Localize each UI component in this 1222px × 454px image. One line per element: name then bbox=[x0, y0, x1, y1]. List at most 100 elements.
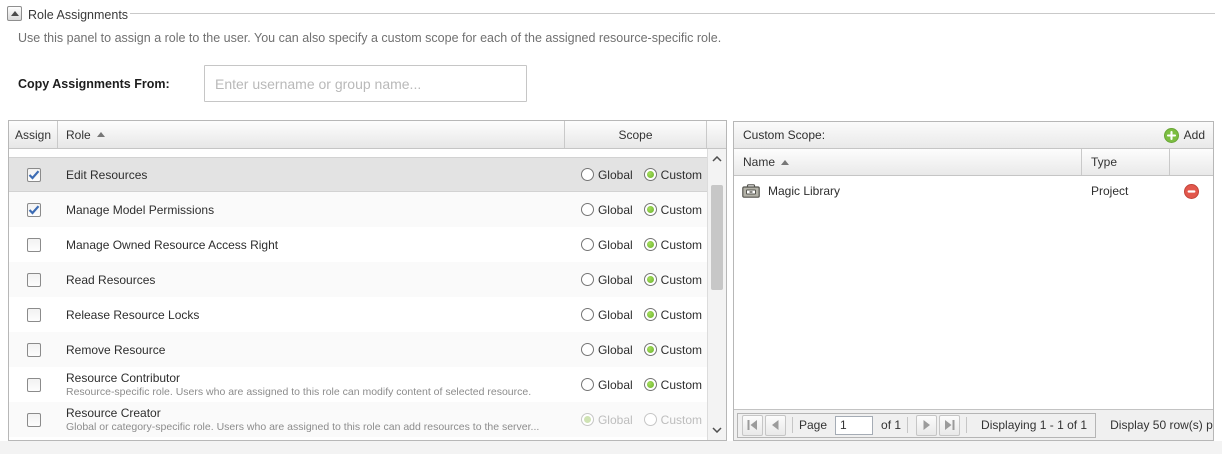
scope-custom-radio[interactable] bbox=[644, 238, 657, 251]
scope-global-radio[interactable] bbox=[581, 343, 594, 356]
collapse-panel-button[interactable] bbox=[7, 6, 22, 21]
page-label: Page bbox=[799, 418, 827, 432]
roles-table-scrollbar[interactable] bbox=[707, 149, 726, 440]
assign-checkbox[interactable] bbox=[27, 343, 41, 357]
last-page-button[interactable] bbox=[939, 415, 960, 436]
column-header-name[interactable]: Name bbox=[734, 149, 1082, 175]
sort-ascending-icon bbox=[781, 160, 789, 165]
custom-scope-title: Custom Scope: bbox=[743, 128, 825, 142]
custom-radio-label: Custom bbox=[661, 378, 702, 392]
table-row[interactable]: Edit Resources Global Custom bbox=[9, 157, 707, 192]
panel-description: Use this panel to assign a role to the u… bbox=[18, 31, 721, 45]
scope-global-radio[interactable] bbox=[581, 378, 594, 391]
next-page-button[interactable] bbox=[916, 415, 937, 436]
column-header-type[interactable]: Type bbox=[1082, 149, 1170, 175]
scroll-down-icon[interactable] bbox=[708, 422, 726, 438]
scope-global-radio[interactable] bbox=[581, 203, 594, 216]
copy-assignments-label: Copy Assignments From: bbox=[18, 77, 170, 91]
role-name: Resource Contributor bbox=[66, 371, 565, 385]
remove-button[interactable] bbox=[1184, 184, 1199, 199]
page-size-label: Display 50 row(s) per page bbox=[1110, 418, 1213, 432]
table-row[interactable]: Manage Model Permissions Global Custom bbox=[9, 192, 707, 227]
column-header-spacer bbox=[707, 121, 726, 148]
name-header-label: Name bbox=[743, 155, 775, 169]
assign-checkbox[interactable] bbox=[27, 203, 41, 217]
scope-custom-radio[interactable] bbox=[644, 343, 657, 356]
first-page-icon bbox=[746, 420, 759, 430]
next-page-icon bbox=[920, 420, 933, 430]
scrollbar-thumb[interactable] bbox=[711, 185, 723, 290]
scope-custom-radio[interactable] bbox=[644, 308, 657, 321]
scope-custom-radio[interactable] bbox=[644, 273, 657, 286]
triangle-up-icon bbox=[11, 11, 19, 16]
roles-table: Assign Role Scope Edit Resources Global … bbox=[8, 120, 727, 441]
custom-radio-label: Custom bbox=[661, 308, 702, 322]
assign-checkbox[interactable] bbox=[27, 273, 41, 287]
copy-assignments-input[interactable] bbox=[204, 65, 527, 102]
role-name: Release Resource Locks bbox=[66, 308, 565, 322]
roles-table-body: Edit Resources Global Custom Manage Mode… bbox=[9, 149, 707, 440]
assign-checkbox[interactable] bbox=[27, 413, 41, 427]
role-description: Global or category-specific role. Users … bbox=[66, 421, 565, 433]
table-row[interactable]: Read Resources Global Custom bbox=[9, 262, 707, 297]
scope-item-name: Magic Library bbox=[768, 184, 840, 198]
panel-title: Role Assignments bbox=[28, 8, 128, 22]
column-header-actions bbox=[1170, 149, 1213, 175]
global-radio-label: Global bbox=[598, 308, 633, 322]
roles-table-header: Assign Role Scope bbox=[9, 121, 726, 149]
column-header-scope: Scope bbox=[565, 121, 707, 148]
page-number-input[interactable] bbox=[835, 416, 873, 435]
column-header-assign: Assign bbox=[9, 121, 58, 148]
table-row[interactable]: Remove Resource Global Custom bbox=[9, 332, 707, 367]
pagination-controls: Page of 1 Displaying 1 - 1 of 1 bbox=[737, 413, 1096, 438]
scope-global-radio[interactable] bbox=[581, 238, 594, 251]
scope-custom-radio[interactable] bbox=[644, 203, 657, 216]
list-item[interactable]: Magic Library Project bbox=[734, 176, 1213, 206]
global-radio-label: Global bbox=[598, 238, 633, 252]
assign-checkbox[interactable] bbox=[27, 308, 41, 322]
previous-page-button[interactable] bbox=[765, 415, 786, 436]
first-page-button[interactable] bbox=[742, 415, 763, 436]
scope-custom-radio[interactable] bbox=[644, 168, 657, 181]
scope-global-radio[interactable] bbox=[581, 168, 594, 181]
role-name: Manage Model Permissions bbox=[66, 203, 565, 217]
role-header-label: Role bbox=[66, 128, 91, 142]
custom-radio-label: Custom bbox=[661, 168, 702, 182]
role-name: Remove Resource bbox=[66, 343, 565, 357]
custom-radio-label: Custom bbox=[661, 343, 702, 357]
column-header-role[interactable]: Role bbox=[58, 121, 565, 148]
project-icon bbox=[742, 184, 760, 198]
last-page-icon bbox=[943, 420, 956, 430]
add-button[interactable]: Add bbox=[1164, 128, 1205, 143]
scope-header-label: Scope bbox=[618, 128, 652, 142]
custom-scope-panel: Custom Scope: Add Name Type bbox=[733, 121, 1214, 441]
table-row[interactable]: Resource CreatorGlobal or category-speci… bbox=[9, 402, 707, 437]
type-header-label: Type bbox=[1091, 155, 1117, 169]
table-row[interactable]: Resource ContributorResource-specific ro… bbox=[9, 367, 707, 402]
assign-checkbox[interactable] bbox=[27, 378, 41, 392]
table-row[interactable]: Release Resource Locks Global Custom bbox=[9, 297, 707, 332]
separator bbox=[907, 417, 908, 433]
assign-checkbox[interactable] bbox=[27, 238, 41, 252]
displaying-status: Displaying 1 - 1 of 1 bbox=[981, 418, 1087, 432]
global-radio-label: Global bbox=[598, 203, 633, 217]
scope-global-radio[interactable] bbox=[581, 308, 594, 321]
custom-radio-label: Custom bbox=[661, 203, 702, 217]
custom-scope-titlebar: Custom Scope: Add bbox=[734, 122, 1213, 149]
custom-radio-label: Custom bbox=[661, 413, 702, 427]
table-row[interactable]: Manage Owned Resource Access Right Globa… bbox=[9, 227, 707, 262]
assign-header-label: Assign bbox=[15, 128, 51, 142]
role-description: Resource-specific role. Users who are as… bbox=[66, 386, 565, 398]
check-icon bbox=[28, 170, 40, 180]
scope-custom-radio[interactable] bbox=[644, 413, 657, 426]
assign-checkbox[interactable] bbox=[27, 168, 41, 182]
add-button-label: Add bbox=[1184, 128, 1205, 142]
scope-global-radio[interactable] bbox=[581, 273, 594, 286]
scope-custom-radio[interactable] bbox=[644, 378, 657, 391]
custom-radio-label: Custom bbox=[661, 273, 702, 287]
previous-page-icon bbox=[769, 420, 782, 430]
scope-global-radio[interactable] bbox=[581, 413, 594, 426]
pagination-bar: Page of 1 Displaying 1 - 1 of 1 Displa bbox=[734, 409, 1213, 440]
separator bbox=[966, 417, 967, 433]
scroll-up-icon[interactable] bbox=[708, 151, 726, 167]
